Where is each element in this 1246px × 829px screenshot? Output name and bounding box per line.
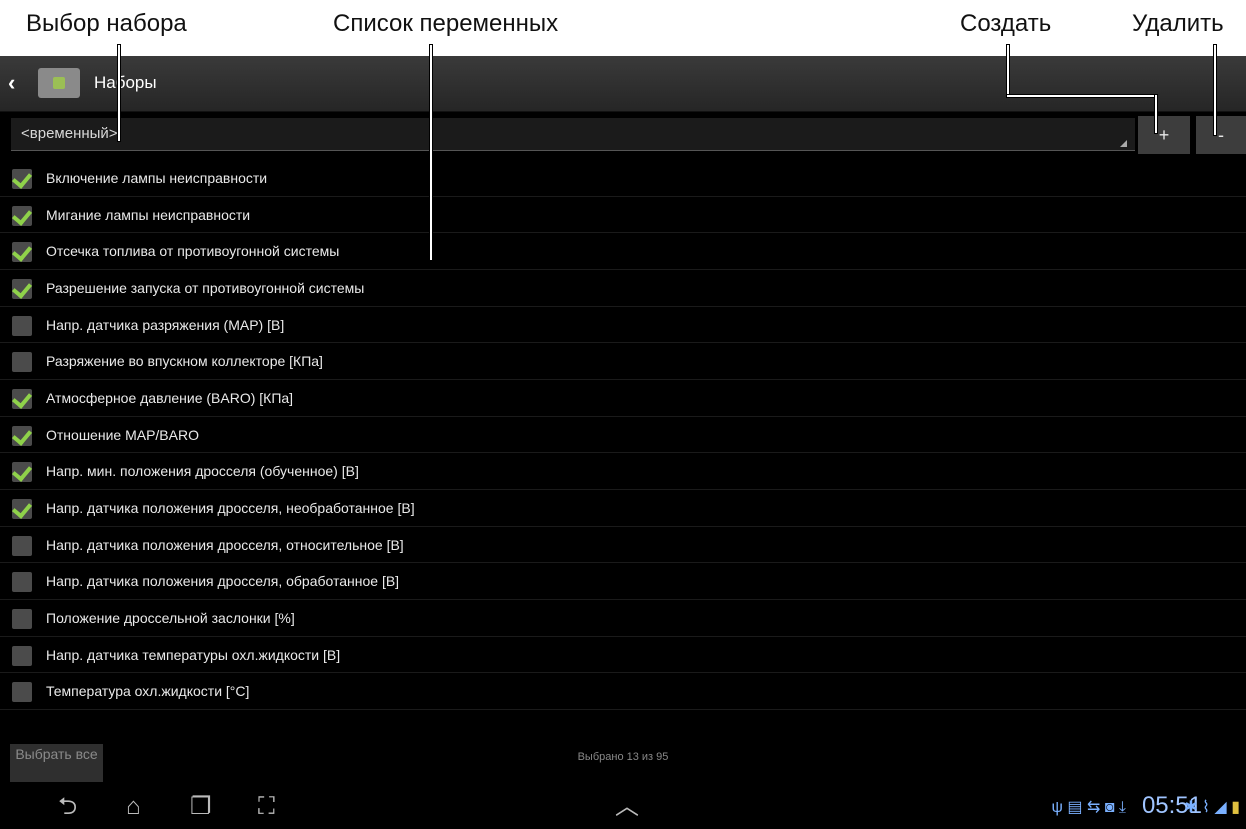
variable-checkbox[interactable] (12, 608, 32, 629)
variable-label: Включение лампы неисправности (46, 170, 268, 186)
app-notification-icon: ◙ (1104, 799, 1115, 816)
variable-label: Напр. датчика температуры охл.жидкости [… (46, 646, 341, 663)
variable-checkbox[interactable] (12, 425, 32, 446)
wifi-icon: ⌇ (1202, 799, 1210, 816)
dropdown-caret-icon (1120, 140, 1127, 147)
callout-create: Создать (960, 10, 1052, 37)
callout-leader-set-select (117, 44, 121, 142)
variable-checkbox[interactable] (12, 462, 32, 483)
callout-leader-delete (1213, 44, 1217, 136)
callout-variable-list: Список переменных (333, 10, 559, 37)
list-item[interactable]: Отсечка топлива от противоугонной систем… (0, 233, 1246, 270)
list-item[interactable]: Напр. мин. положения дросселя (обученное… (0, 453, 1246, 490)
variable-checkbox[interactable] (12, 645, 32, 666)
page-title: Наборы (94, 73, 157, 92)
list-item[interactable]: Напр. датчика температуры охл.жидкости [… (0, 637, 1246, 674)
variable-checkbox[interactable] (12, 388, 32, 409)
device-icon (38, 68, 80, 98)
list-item[interactable]: Отношение MAP/BARO (0, 417, 1246, 454)
bluetooth-icon: ✱ (1184, 799, 1198, 816)
list-item[interactable]: Напр. датчика положения дросселя, относи… (0, 527, 1246, 564)
list-item[interactable]: Положение дроссельной заслонки [%] (0, 600, 1246, 637)
back-icon[interactable]: ⮌ (58, 792, 77, 822)
variable-label: Напр. датчика положения дросселя, необра… (46, 499, 415, 516)
callout-leader-create-v1 (1006, 44, 1010, 98)
usb-icon: ψ (1051, 799, 1063, 816)
up-chevron-icon[interactable]: ︿ (615, 792, 639, 822)
list-item[interactable]: Напр. датчика положения дросселя, обрабо… (0, 563, 1246, 600)
variable-checkbox[interactable] (12, 315, 32, 336)
selected-count: Выбрано 13 из 95 (577, 751, 669, 763)
variable-label: Напр. мин. положения дросселя (обученное… (46, 463, 359, 480)
variable-label: Температура охл.жидкости [°C] (46, 683, 250, 700)
variable-label: Положение дроссельной заслонки [%] (46, 609, 295, 626)
variable-label: Разряжение во впускном коллекторе [КПа] (46, 353, 323, 370)
screenshot-icon[interactable]: ⛶ (258, 792, 275, 822)
list-item[interactable]: Разрешение запуска от противоугонной сис… (0, 270, 1246, 307)
notification-icons: ψ ▤ ⇆ ◙ ⤓ (1052, 797, 1127, 817)
set-select-value: <временный> (21, 125, 118, 142)
variable-label: Отношение MAP/BARO (46, 426, 199, 443)
list-item[interactable]: Атмосферное давление (BARO) [КПа] (0, 380, 1246, 417)
variable-label: Атмосферное давление (BARO) [КПа] (46, 389, 294, 406)
variable-list: Включение лампы неисправности Мигание лам… (0, 160, 1246, 740)
variable-label: Напр. датчика положения дросселя, относи… (46, 536, 404, 553)
system-nav-bar: ⮌ ⌂ ❐ ⛶ ︿ ψ ▤ ⇆ ◙ ⤓ 05:51 ✱ ⌇ ◢ ▮ (0, 786, 1246, 829)
app-screen: ‹ Наборы <временный> + - Включение лампы… (0, 56, 1246, 829)
variable-checkbox[interactable] (12, 572, 32, 593)
footer-bar (0, 742, 1246, 784)
list-item[interactable]: Включение лампы неисправности (0, 160, 1246, 197)
callout-leader-create-h (1006, 94, 1158, 98)
variable-label: Напр. датчика разряжения (MAP) [В] (46, 316, 285, 333)
create-set-button[interactable]: + (1138, 116, 1190, 154)
variable-label: Отсечка топлива от противоугонной систем… (46, 243, 340, 260)
callout-leader-create-v2 (1154, 94, 1158, 134)
variable-checkbox[interactable] (12, 498, 32, 519)
home-icon[interactable]: ⌂ (126, 792, 141, 822)
list-item[interactable]: Напр. датчика разряжения (MAP) [В] (0, 307, 1246, 344)
callout-set-select: Выбор набора (26, 10, 187, 37)
callout-delete: Удалить (1132, 10, 1224, 37)
sd-card-icon: ▤ (1067, 799, 1083, 816)
chevron-left-icon[interactable]: ‹ (8, 71, 15, 95)
variable-checkbox[interactable] (12, 352, 32, 373)
set-select-dropdown[interactable]: <временный> (11, 118, 1135, 151)
list-item[interactable]: Температура охл.жидкости [°C] (0, 673, 1246, 710)
delete-set-button[interactable]: - (1196, 116, 1246, 154)
variable-checkbox[interactable] (12, 169, 32, 189)
callout-leader-variable-list (429, 44, 433, 261)
variable-checkbox[interactable] (12, 205, 32, 226)
list-item[interactable]: Мигание лампы неисправности (0, 197, 1246, 234)
sync-icon: ⇆ (1086, 799, 1101, 816)
select-all-button[interactable]: Выбрать все (10, 744, 103, 782)
list-item[interactable]: Разряжение во впускном коллекторе [КПа] (0, 343, 1246, 380)
battery-icon: ▮ (1231, 799, 1240, 816)
system-status-icons: ✱ ⌇ ◢ ▮ (1184, 797, 1240, 817)
variable-label: Мигание лампы неисправности (46, 206, 251, 223)
signal-icon: ◢ (1214, 799, 1227, 816)
variable-checkbox[interactable] (12, 278, 32, 299)
recent-apps-icon[interactable]: ❐ (190, 792, 212, 822)
download-icon: ⤓ (1118, 799, 1126, 816)
variable-label: Разрешение запуска от противоугонной сис… (46, 279, 365, 296)
list-item[interactable]: Напр. датчика положения дросселя, необра… (0, 490, 1246, 527)
variable-checkbox[interactable] (12, 535, 32, 556)
action-bar: ‹ Наборы (0, 56, 1246, 112)
variable-label: Напр. датчика положения дросселя, обрабо… (46, 573, 400, 590)
variable-checkbox[interactable] (12, 682, 32, 703)
variable-checkbox[interactable] (12, 242, 32, 263)
